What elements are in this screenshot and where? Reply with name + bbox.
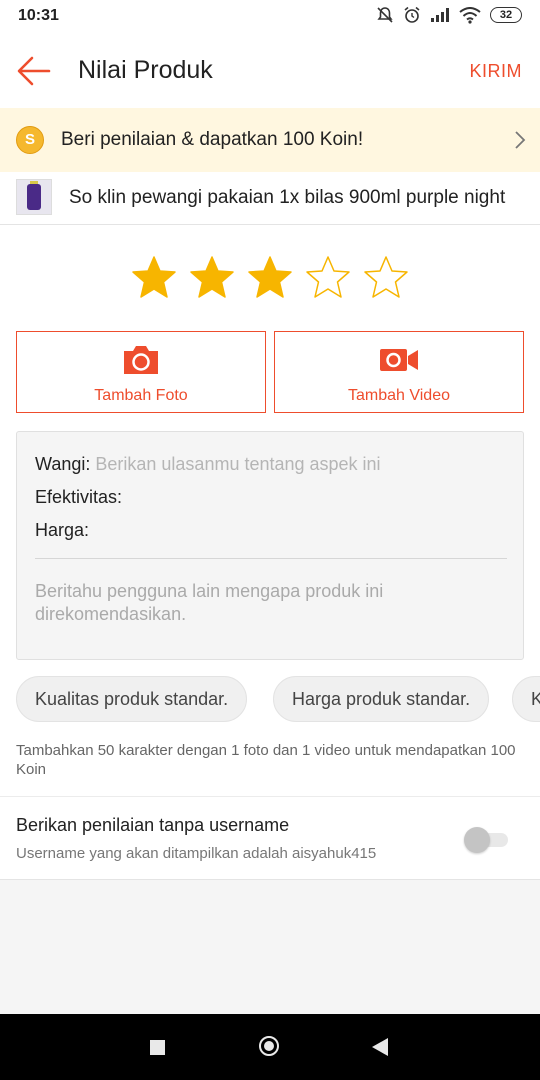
alarm-icon [404,6,420,23]
product-thumbnail [16,179,52,215]
status-time: 10:31 [18,7,59,24]
anonymous-toggle[interactable] [464,827,508,853]
aspect-label: Harga: [35,520,90,540]
notifications-off-icon [377,7,393,23]
product-name: So klin pewangi pakaian 1x bilas 900ml p… [69,187,506,208]
product-row: So klin pewangi pakaian 1x bilas 900ml p… [0,172,540,225]
suggestion-chip[interactable]: Kualitas produk standar. [16,676,248,722]
aspect-label: Wangi: [35,454,91,474]
aspect-harga-field[interactable]: Harga: [35,520,89,541]
star-rating[interactable] [0,255,540,303]
coin-icon: S [16,126,44,154]
app-bar: Nilai Produk KIRIM [0,34,540,108]
back-arrow-icon[interactable] [16,54,52,88]
status-icons: 32 [376,6,522,24]
system-nav-bar [0,1014,540,1080]
camera-icon [124,346,158,374]
suggestion-chip[interactable]: K [512,676,540,722]
add-photo-button[interactable]: Tambah Foto [16,331,266,413]
coin-banner-text: Beri penilaian & dapatkan 100 Koin! [61,129,364,150]
add-photo-label: Tambah Foto [94,387,188,404]
aspect-label: Efektivitas: [35,487,123,507]
coin-reward-banner[interactable]: S Beri penilaian & dapatkan 100 Koin! [0,108,540,172]
aspect-wangi-field[interactable]: Wangi: Berikan ulasanmu tentang aspek in… [35,454,381,475]
star-2-icon[interactable] [189,255,235,301]
star-1-icon[interactable] [131,255,177,301]
page-title: Nilai Produk [78,56,213,84]
suggestion-chips: Kualitas produk standar. Harga produk st… [0,676,540,724]
submit-button[interactable]: KIRIM [469,61,522,82]
home-icon[interactable] [259,1036,279,1056]
wifi-icon [459,6,481,24]
add-video-label: Tambah Video [348,387,450,404]
add-video-button[interactable]: Tambah Video [274,331,524,413]
anonymous-title: Berikan penilaian tanpa username [16,815,290,835]
review-message-input[interactable]: Beritahu pengguna lain mengapa produk in… [35,580,495,626]
suggestion-chip[interactable]: Harga produk standar. [273,676,490,722]
system-back-icon[interactable] [372,1038,388,1056]
review-text-box[interactable]: Wangi: Berikan ulasanmu tentang aspek in… [16,431,524,660]
aspect-efektivitas-field[interactable]: Efektivitas: [35,487,122,508]
anonymous-subtitle: Username yang akan ditampilkan adalah ai… [16,845,377,862]
aspect-placeholder: Berikan ulasanmu tentang aspek ini [95,454,381,474]
recent-apps-icon[interactable] [150,1040,165,1055]
review-form: Tambah Foto Tambah Video Wangi: Berikan … [0,225,540,880]
coin-hint-text: Tambahkan 50 karakter dengan 1 foto dan … [16,742,516,778]
star-4-icon[interactable] [305,255,351,301]
star-5-icon[interactable] [363,255,409,301]
anonymous-review-row: Berikan penilaian tanpa username Usernam… [0,796,540,880]
battery-indicator: 32 [490,7,522,23]
star-3-icon[interactable] [247,255,293,301]
chevron-right-icon [515,131,526,149]
video-camera-icon [380,349,418,371]
status-bar: 10:31 32 [0,0,540,34]
divider [35,558,507,559]
signal-icon [431,8,449,22]
